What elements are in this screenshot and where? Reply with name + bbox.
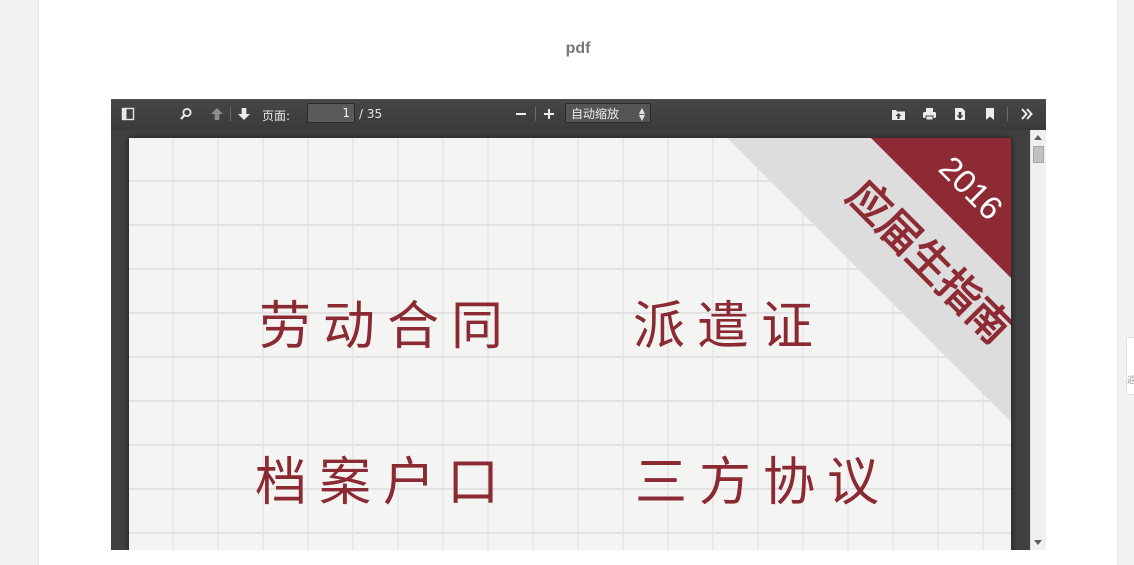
zoom-in-button[interactable] [538,103,560,125]
topic-dispatch-card: 派遣证 [633,297,826,357]
side-float-tab[interactable]: 返 [1126,337,1134,395]
page-total: / 35 [359,107,383,121]
zoom-out-button[interactable] [510,103,532,125]
bookmark-icon [984,107,996,121]
pdf-page-1: 2016 应届生指南 劳动合同 派遣证 档案户口 三方协议 [129,138,1011,550]
next-page-button[interactable] [233,103,255,125]
bookmark-button[interactable] [979,103,1001,125]
topic-labor-contract: 劳动合同 [259,297,516,357]
toolbar-separator [1007,107,1008,121]
topic-tripartite-agreement: 三方协议 [635,453,892,513]
topic-archive-hukou: 档案户口 [255,453,512,513]
print-button[interactable] [918,103,940,125]
double-chevron-right-icon [1020,107,1034,121]
open-file-icon [891,107,906,121]
page-label: 页面: [262,109,291,123]
sidebar-toggle-icon [121,107,135,121]
vertical-scrollbar[interactable] [1030,130,1046,550]
download-button[interactable] [949,103,971,125]
pdf-content-area[interactable]: 2016 应届生指南 劳动合同 派遣证 档案户口 三方协议 [111,130,1030,550]
zoom-select[interactable]: 自动缩放 ▲ ▼ [565,103,651,123]
previous-page-button[interactable] [206,103,228,125]
page-container: pdf 页面: 1 / 35 自动缩放 ▲ ▼ 2016 应届生指南 劳动合同 … [38,0,1118,565]
open-file-button[interactable] [887,103,909,125]
scroll-down-arrow-icon[interactable] [1034,540,1042,545]
page-number-input[interactable] [307,103,355,123]
toolbar-separator [535,107,536,121]
side-tab-label: 返 [1127,376,1134,386]
sidebar-toggle-button[interactable] [117,103,139,125]
plus-icon [543,108,555,120]
arrow-down-icon [237,107,251,121]
pdf-viewer: 页面: / 35 自动缩放 ▲▼ [111,99,1046,550]
scroll-up-arrow-icon[interactable] [1034,135,1042,140]
pdf-toolbar: 页面: / 35 自动缩放 ▲▼ [111,99,1046,131]
print-icon [922,107,937,121]
zoom-select-value: 自动缩放 [571,106,620,121]
find-button[interactable] [175,103,197,125]
tools-button[interactable] [1016,103,1038,125]
scroll-thumb[interactable] [1033,146,1044,163]
chevron-up-down-icon: ▲ ▼ [638,106,645,122]
minus-icon [515,108,527,120]
download-icon [953,107,967,121]
search-icon [179,107,193,121]
page-title: pdf [565,40,591,57]
arrow-up-icon [210,107,224,121]
toolbar-separator [230,107,231,121]
